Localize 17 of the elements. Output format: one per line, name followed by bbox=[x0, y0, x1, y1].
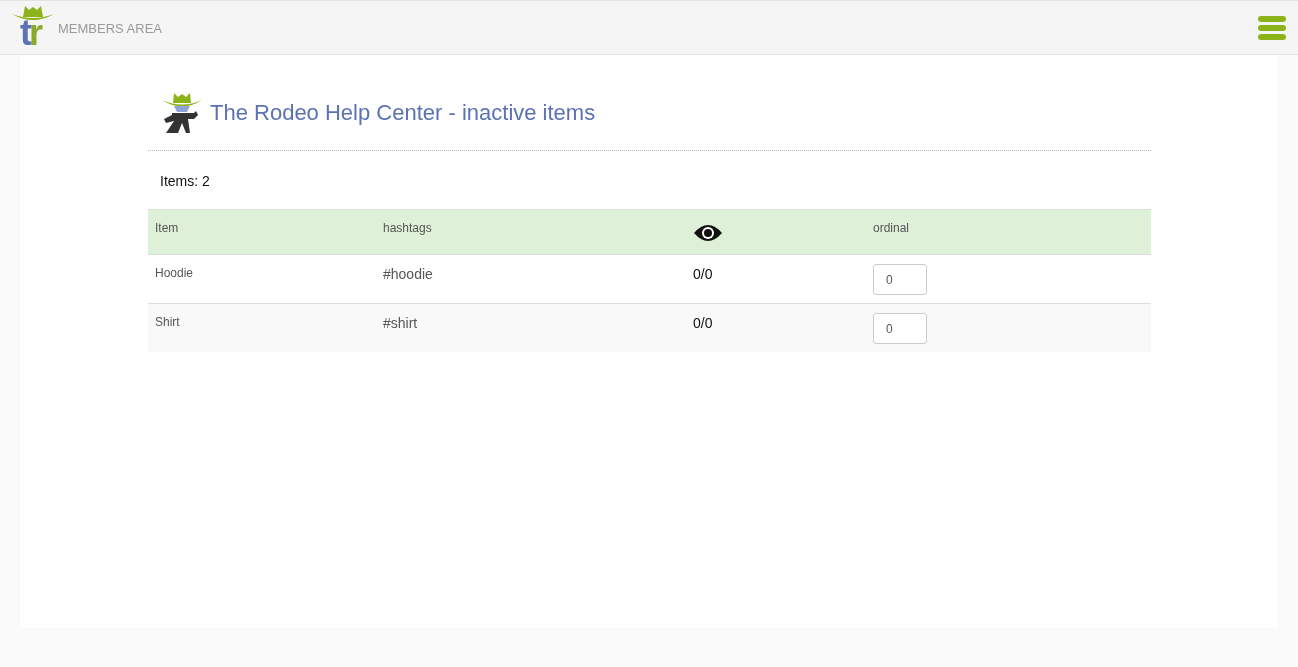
item-cell: Hoodie bbox=[148, 254, 376, 304]
views-cell: 0/0 bbox=[686, 303, 866, 352]
hashtag-cell: #hoodie bbox=[376, 254, 686, 304]
menu-button[interactable] bbox=[1258, 13, 1286, 42]
items-count: Items: 2 bbox=[160, 173, 210, 189]
item-cell: Shirt bbox=[148, 303, 376, 352]
column-header: Item bbox=[148, 209, 376, 255]
ordinal-input[interactable]: 0 bbox=[873, 313, 927, 344]
ordinal-input[interactable]: 0 bbox=[873, 264, 927, 295]
views-cell: 0/0 bbox=[686, 254, 866, 304]
column-header: ordinal bbox=[866, 209, 1151, 255]
column-header: hashtags bbox=[376, 209, 686, 255]
site-logo[interactable]: tr bbox=[12, 2, 54, 53]
page-title: The Rodeo Help Center - inactive items bbox=[210, 99, 596, 126]
hashtag-cell: #shirt bbox=[376, 303, 686, 352]
members-area-title: MEMBERS AREA bbox=[58, 21, 163, 36]
eye-icon bbox=[693, 223, 723, 243]
